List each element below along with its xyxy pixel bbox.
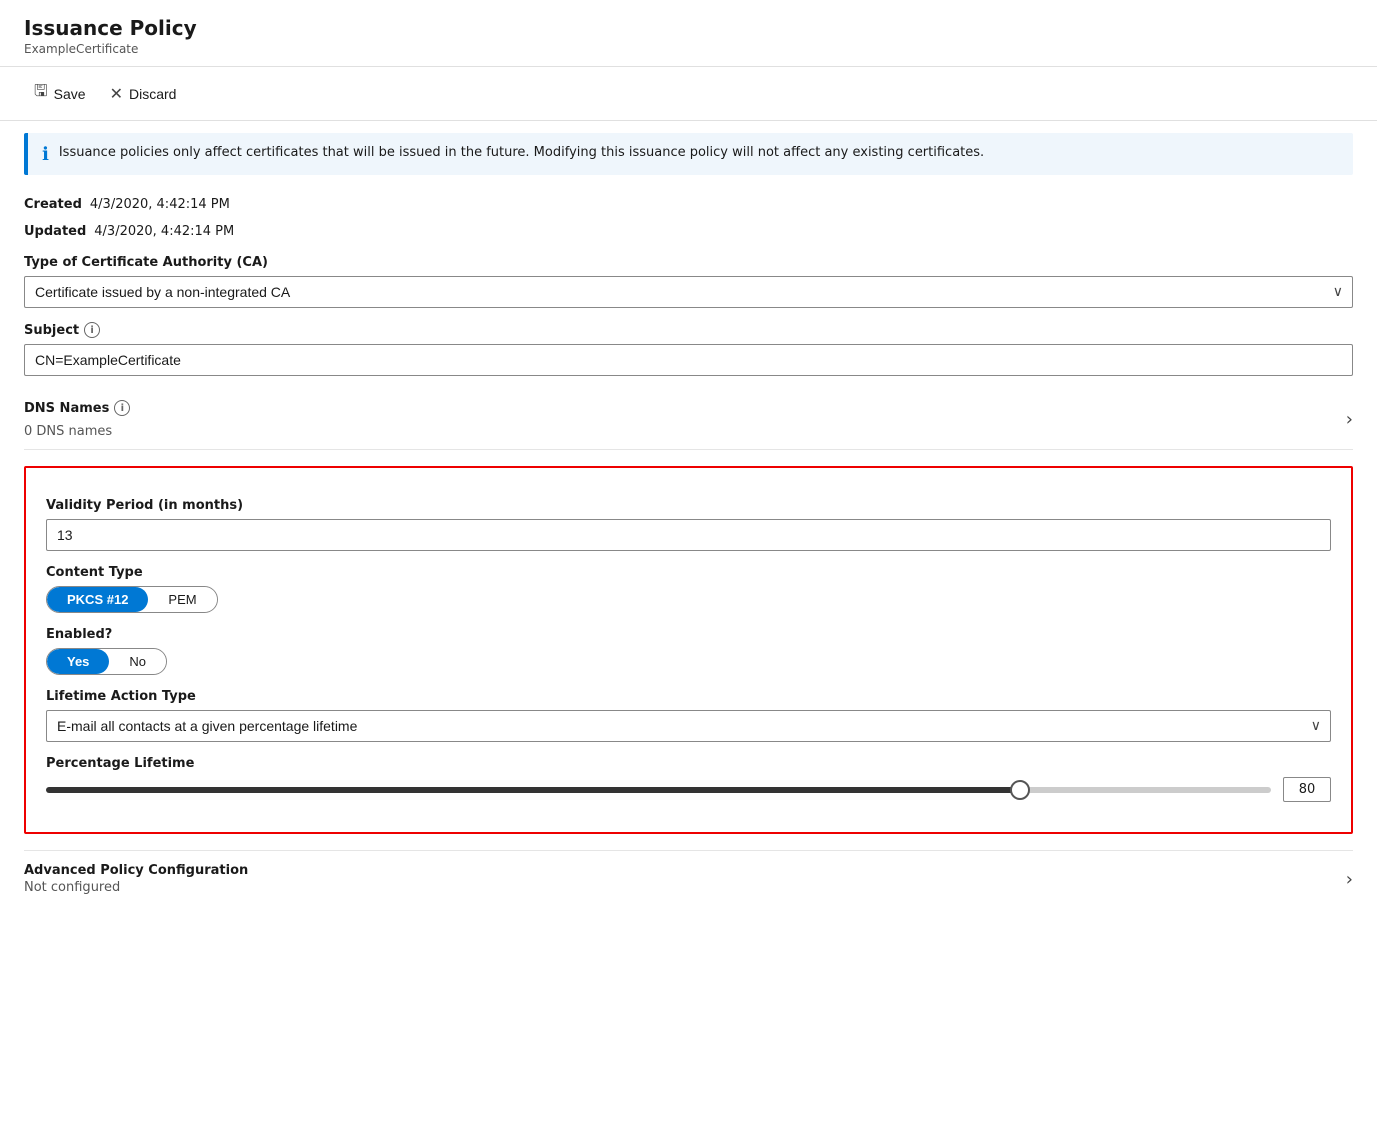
info-banner-icon: ℹ <box>42 144 49 165</box>
dns-names-label: DNS Names i <box>24 400 130 416</box>
ca-type-select-wrapper: Certificate issued by a non-integrated C… <box>24 276 1353 308</box>
page-header: Issuance Policy ExampleCertificate <box>0 0 1377 67</box>
created-label: Created <box>24 197 82 212</box>
advanced-policy-info: Advanced Policy Configuration Not config… <box>24 863 248 895</box>
dns-info-icon[interactable]: i <box>114 400 130 416</box>
content-type-label: Content Type <box>46 565 1331 580</box>
validity-period-input[interactable] <box>46 519 1331 551</box>
lifetime-action-select-wrapper: E-mail all contacts at a given percentag… <box>46 710 1331 742</box>
enabled-label: Enabled? <box>46 627 1331 642</box>
subject-input[interactable] <box>24 344 1353 376</box>
created-row: Created 4/3/2020, 4:42:14 PM <box>24 187 1353 214</box>
percentage-lifetime-slider-container: 80 <box>46 777 1331 802</box>
discard-icon: ✕ <box>110 84 123 104</box>
content-area: Created 4/3/2020, 4:42:14 PM Updated 4/3… <box>0 187 1377 907</box>
validity-period-label: Validity Period (in months) <box>46 498 1331 513</box>
save-icon: 🖫 <box>34 80 48 107</box>
toolbar: 🖫 Save ✕ Discard <box>0 67 1377 121</box>
content-type-pem-button[interactable]: PEM <box>148 587 216 612</box>
validity-period-field: Validity Period (in months) <box>46 498 1331 551</box>
content-type-pkcs12-button[interactable]: PKCS #12 <box>47 587 148 612</box>
lifetime-action-field: Lifetime Action Type E-mail all contacts… <box>46 689 1331 742</box>
percentage-lifetime-field: Percentage Lifetime 80 <box>46 756 1331 802</box>
enabled-yes-button[interactable]: Yes <box>47 649 109 674</box>
subject-field: Subject i <box>24 322 1353 376</box>
dns-names-row[interactable]: DNS Names i 0 DNS names › <box>24 390 1353 450</box>
created-value: 4/3/2020, 4:42:14 PM <box>90 197 230 212</box>
info-banner: ℹ Issuance policies only affect certific… <box>24 133 1353 175</box>
info-banner-text: Issuance policies only affect certificat… <box>59 143 984 163</box>
advanced-policy-value: Not configured <box>24 880 248 895</box>
page-title: Issuance Policy <box>24 16 1353 40</box>
discard-label: Discard <box>129 86 176 102</box>
content-type-field: Content Type PKCS #12 PEM <box>46 565 1331 613</box>
advanced-policy-chevron-right-icon: › <box>1346 869 1353 890</box>
subject-info-icon[interactable]: i <box>84 322 100 338</box>
ca-type-select[interactable]: Certificate issued by a non-integrated C… <box>24 276 1353 308</box>
enabled-toggle: Yes No <box>46 648 167 675</box>
enabled-no-button[interactable]: No <box>109 649 166 674</box>
advanced-policy-row[interactable]: Advanced Policy Configuration Not config… <box>24 850 1353 907</box>
ca-type-field: Type of Certificate Authority (CA) Certi… <box>24 255 1353 308</box>
updated-row: Updated 4/3/2020, 4:42:14 PM <box>24 214 1353 241</box>
lifetime-action-label: Lifetime Action Type <box>46 689 1331 704</box>
save-label: Save <box>54 86 86 102</box>
dns-count: 0 DNS names <box>24 424 130 439</box>
updated-value: 4/3/2020, 4:42:14 PM <box>94 224 234 239</box>
subject-label: Subject i <box>24 322 1353 338</box>
dns-names-info: DNS Names i 0 DNS names <box>24 400 130 439</box>
ca-type-label: Type of Certificate Authority (CA) <box>24 255 1353 270</box>
content-type-toggle: PKCS #12 PEM <box>46 586 218 613</box>
percentage-lifetime-slider[interactable] <box>46 787 1271 793</box>
advanced-policy-label: Advanced Policy Configuration <box>24 863 248 878</box>
dns-chevron-right-icon: › <box>1346 409 1353 430</box>
percentage-lifetime-value: 80 <box>1283 777 1331 802</box>
discard-button[interactable]: ✕ Discard <box>100 79 187 109</box>
percentage-lifetime-label: Percentage Lifetime <box>46 756 1331 771</box>
save-button[interactable]: 🖫 Save <box>24 75 96 112</box>
lifetime-action-select[interactable]: E-mail all contacts at a given percentag… <box>46 710 1331 742</box>
page-subtitle: ExampleCertificate <box>24 42 1353 56</box>
enabled-field: Enabled? Yes No <box>46 627 1331 675</box>
highlighted-section: Validity Period (in months) Content Type… <box>24 466 1353 834</box>
updated-label: Updated <box>24 224 86 239</box>
